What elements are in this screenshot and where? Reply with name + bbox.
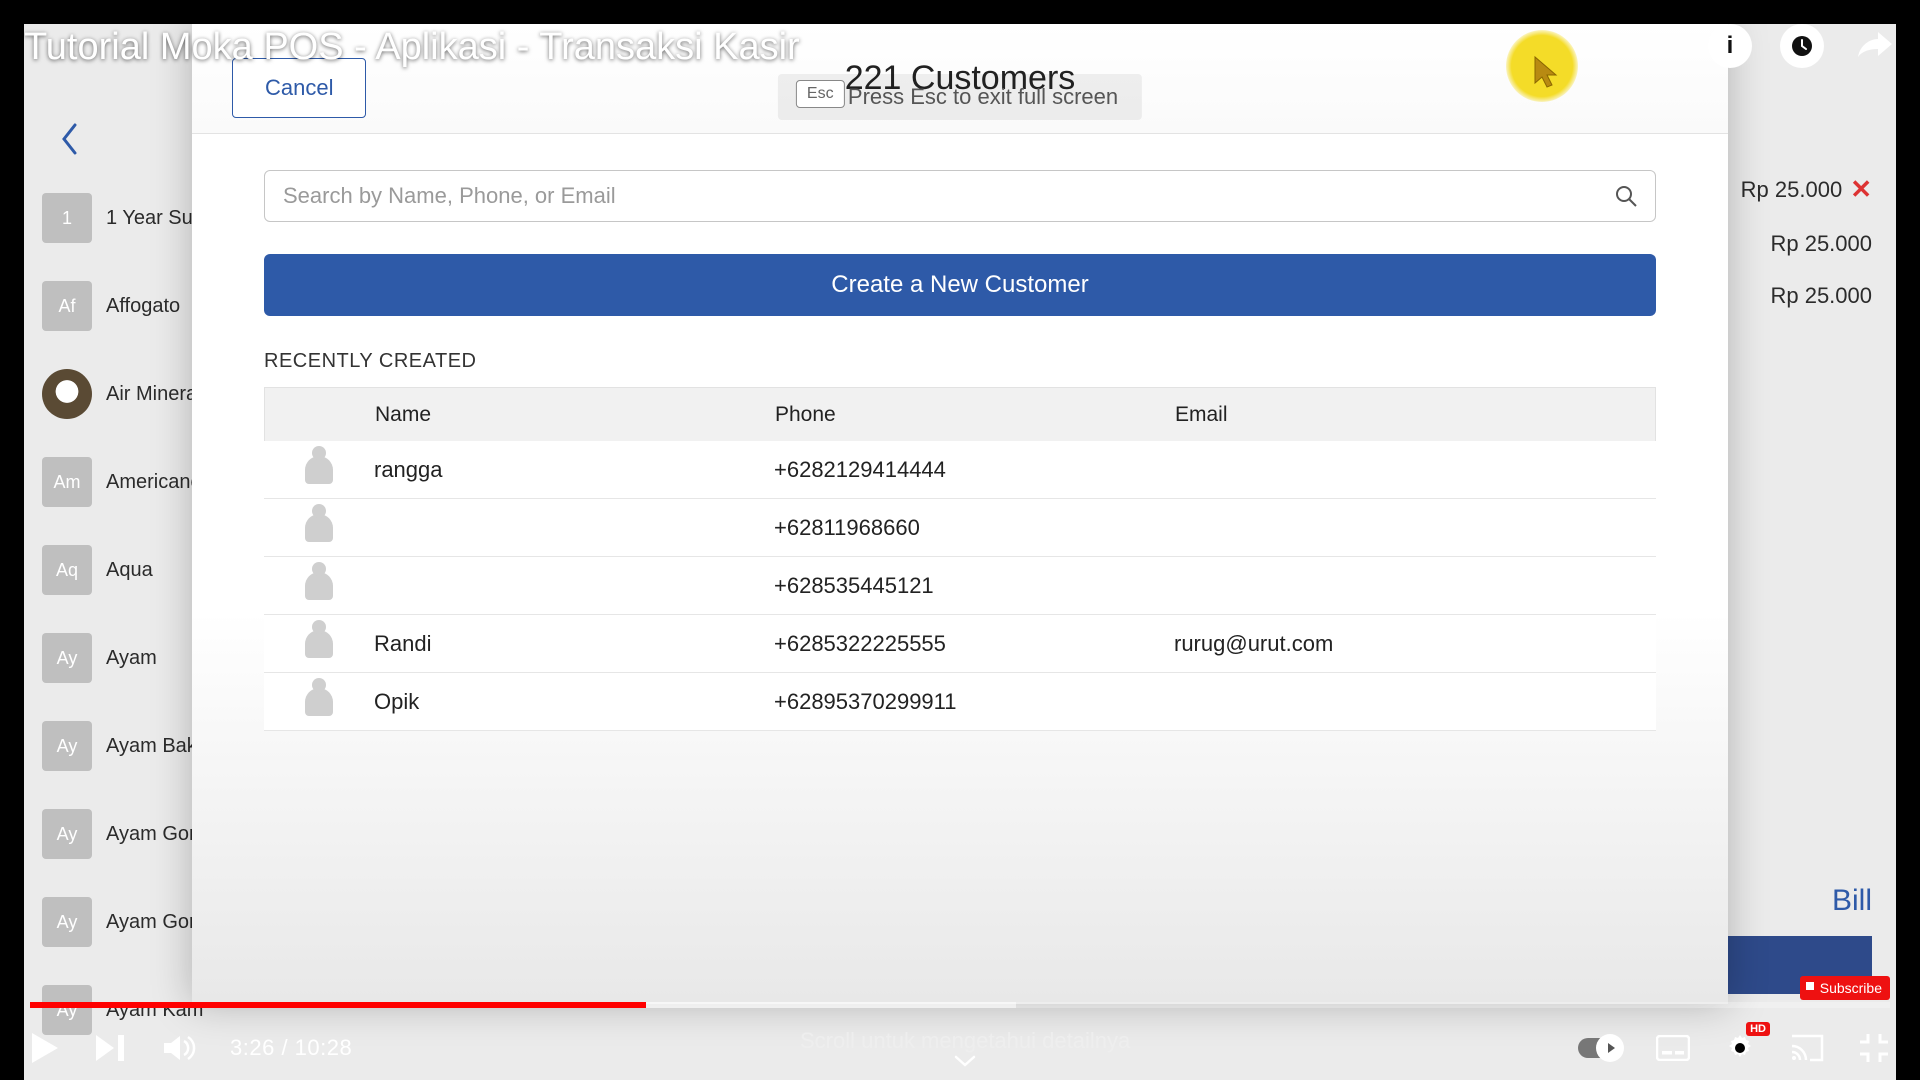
info-icon[interactable]: i <box>1708 24 1752 68</box>
product-name: Affogato <box>106 295 180 318</box>
customer-email: rurug@urut.com <box>1174 631 1656 657</box>
cursor-icon <box>1532 55 1560 89</box>
product-name: Americano <box>106 471 202 494</box>
avatar-icon <box>264 514 374 542</box>
watch-later-icon[interactable] <box>1780 24 1824 68</box>
settings-button[interactable]: HD <box>1724 1032 1756 1064</box>
col-phone: Phone <box>775 403 1175 427</box>
cart-price: Rp 25.000 <box>1770 283 1872 309</box>
chevron-down-icon[interactable] <box>953 1054 977 1068</box>
customer-row[interactable]: rangga+6282129414444 <box>264 441 1656 499</box>
esc-fullscreen-hint: Esc Press Esc to exit full screen <box>778 74 1142 120</box>
cast-button[interactable] <box>1790 1034 1824 1062</box>
cart-price: Rp 25.000 <box>1770 231 1872 257</box>
exit-fullscreen-button[interactable] <box>1858 1032 1890 1064</box>
customers-modal: Cancel Esc Press Esc to exit full screen… <box>192 24 1728 1004</box>
modal-body: Create a New Customer RECENTLY CREATED N… <box>192 134 1728 1004</box>
cart-price: Rp 25.000 <box>1741 177 1843 203</box>
save-bill-label[interactable]: Bill <box>1832 884 1872 918</box>
back-chevron-icon[interactable] <box>60 122 80 156</box>
progress-track[interactable] <box>30 1002 1890 1008</box>
video-top-actions: i <box>1708 24 1896 68</box>
product-thumb: Ay <box>42 809 92 859</box>
progress-played <box>30 1002 646 1008</box>
share-icon[interactable] <box>1852 24 1896 68</box>
cart-line: Rp 25.000 ✕ <box>1741 174 1872 205</box>
customer-row[interactable]: +628535445121 <box>264 557 1656 615</box>
customer-row[interactable]: +62811968660 <box>264 499 1656 557</box>
modal-header: Cancel Esc Press Esc to exit full screen… <box>192 24 1728 134</box>
volume-button[interactable] <box>162 1033 196 1063</box>
customer-phone: +6282129414444 <box>774 457 1174 483</box>
customer-phone: +62811968660 <box>774 515 1174 541</box>
customer-phone: +62895370299911 <box>774 689 1174 715</box>
avatar-icon <box>264 688 374 716</box>
search-wrap <box>264 170 1656 222</box>
product-thumb: 1 <box>42 193 92 243</box>
product-name: Aqua <box>106 559 153 582</box>
product-thumb <box>42 369 92 419</box>
play-button[interactable] <box>30 1031 60 1065</box>
time-display: 3:26 / 10:28 <box>230 1035 352 1061</box>
section-label: RECENTLY CREATED <box>264 350 1656 373</box>
cart-line: Rp 25.000 <box>1770 283 1872 309</box>
customer-table-body: rangga+6282129414444 +62811968660 +6285354… <box>264 441 1656 731</box>
cancel-button[interactable]: Cancel <box>232 58 366 118</box>
next-button[interactable] <box>94 1033 128 1063</box>
customer-row[interactable]: Opik+62895370299911 <box>264 673 1656 731</box>
customer-name: Opik <box>374 689 774 715</box>
product-thumb: Ay <box>42 897 92 947</box>
product-thumb: Am <box>42 457 92 507</box>
product-name: Ayam <box>106 647 157 670</box>
product-name: Air Minera <box>106 383 197 406</box>
create-customer-button[interactable]: Create a New Customer <box>264 254 1656 316</box>
cart-line: Rp 25.000 <box>1770 231 1872 257</box>
cursor-highlight <box>1506 30 1578 102</box>
col-email: Email <box>1175 403 1655 427</box>
time-current: 3:26 <box>230 1035 275 1060</box>
esc-hint-text: Press Esc to exit full screen <box>848 84 1118 109</box>
product-thumb: Ay <box>42 721 92 771</box>
customer-name: Randi <box>374 631 774 657</box>
subtitles-button[interactable] <box>1656 1035 1690 1061</box>
product-thumb: Ay <box>42 633 92 683</box>
customer-phone: +6285322225555 <box>774 631 1174 657</box>
autoplay-toggle[interactable] <box>1578 1038 1622 1058</box>
esc-keycap: Esc <box>796 80 845 108</box>
product-thumb: Af <box>42 281 92 331</box>
product-thumb: Aq <box>42 545 92 595</box>
customer-name: rangga <box>374 457 774 483</box>
remove-icon[interactable]: ✕ <box>1850 174 1872 205</box>
hd-badge: HD <box>1746 1022 1770 1036</box>
player-controls: 3:26 / 10:28 Scroll untuk mengetahui det… <box>0 1016 1920 1080</box>
time-total: 10:28 <box>295 1035 353 1060</box>
subscribe-badge[interactable]: Subscribe <box>1800 976 1890 1000</box>
scroll-hint: Scroll untuk mengetahui detailnya <box>800 1028 1130 1054</box>
customer-table-header: Name Phone Email <box>264 387 1656 441</box>
customer-search-input[interactable] <box>264 170 1656 222</box>
avatar-icon <box>264 456 374 484</box>
customer-row[interactable]: Randi+6285322225555rurug@urut.com <box>264 615 1656 673</box>
avatar-icon <box>264 572 374 600</box>
col-name: Name <box>375 403 775 427</box>
avatar-icon <box>264 630 374 658</box>
customer-phone: +628535445121 <box>774 573 1174 599</box>
search-icon[interactable] <box>1614 184 1638 208</box>
